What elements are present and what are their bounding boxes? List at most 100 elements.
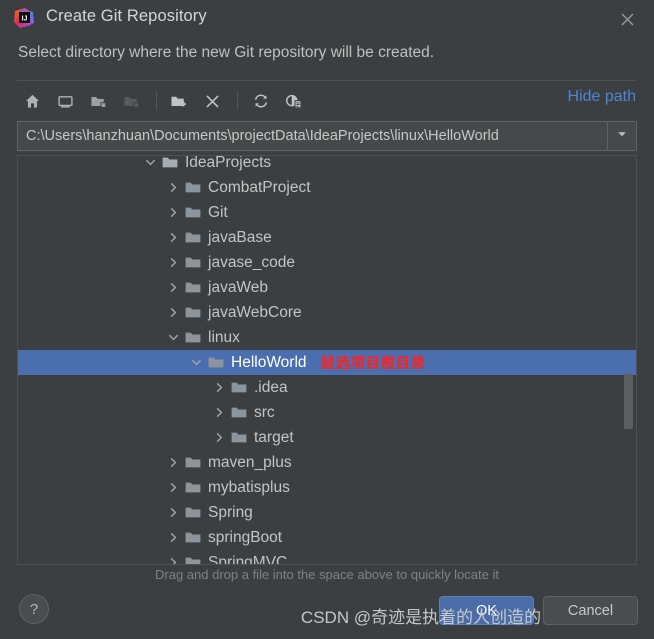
tree-row[interactable]: .idea bbox=[18, 375, 636, 400]
tree-row-label: linux bbox=[208, 328, 240, 346]
folder-icon bbox=[231, 406, 247, 419]
chevron-right-icon[interactable] bbox=[167, 306, 180, 319]
tree-row[interactable]: springBoot bbox=[18, 525, 636, 550]
chevron-down-icon[interactable] bbox=[190, 356, 203, 369]
chevron-right-icon[interactable] bbox=[213, 381, 226, 394]
tree-row-label: Git bbox=[208, 203, 228, 221]
chevron-right-icon[interactable] bbox=[167, 506, 180, 519]
drag-drop-hint: Drag and drop a file into the space abov… bbox=[155, 567, 499, 582]
dialog-subtitle: Select directory where the new Git repos… bbox=[18, 44, 435, 61]
svg-text:IJ: IJ bbox=[22, 15, 28, 22]
chevron-down-icon[interactable] bbox=[167, 331, 180, 344]
header-divider bbox=[17, 80, 637, 81]
folder-icon bbox=[185, 306, 201, 319]
show-hidden-files-icon[interactable] bbox=[278, 87, 309, 115]
path-input[interactable]: C:\Users\hanzhuan\Documents\projectData\… bbox=[17, 121, 607, 151]
folder-icon bbox=[185, 181, 201, 194]
tree-row-label: src bbox=[254, 403, 275, 421]
help-button[interactable]: ? bbox=[19, 594, 49, 624]
chevron-right-icon[interactable] bbox=[167, 181, 180, 194]
expand-folder-icon[interactable] bbox=[83, 87, 114, 115]
tree-row-label: springBoot bbox=[208, 528, 283, 546]
title-bar: IJ Create Git Repository bbox=[0, 0, 654, 38]
refresh-icon[interactable] bbox=[245, 87, 276, 115]
tree-row[interactable]: Spring bbox=[18, 500, 636, 525]
tree-row[interactable]: javaWeb bbox=[18, 275, 636, 300]
tree-row-label: javase_code bbox=[208, 253, 296, 271]
tree-row-label: .idea bbox=[254, 378, 288, 396]
chevron-down-icon[interactable] bbox=[144, 156, 157, 169]
chevron-right-icon[interactable] bbox=[213, 431, 226, 444]
path-field-row: C:\Users\hanzhuan\Documents\projectData\… bbox=[17, 121, 637, 151]
tree-scrollbar-track[interactable] bbox=[624, 156, 635, 564]
tree-row-label: CombatProject bbox=[208, 178, 311, 196]
folder-icon bbox=[185, 556, 201, 564]
chevron-right-icon[interactable] bbox=[167, 456, 180, 469]
folder-icon bbox=[185, 331, 201, 344]
folder-icon bbox=[185, 231, 201, 244]
tree-row[interactable]: javaBase bbox=[18, 225, 636, 250]
tree-row[interactable]: CombatProject bbox=[18, 175, 636, 200]
tree-row[interactable]: javaWebCore bbox=[18, 300, 636, 325]
tree-row-label: javaBase bbox=[208, 228, 272, 246]
directory-tree-panel: IdeaProjects CombatProject Git javaBase java… bbox=[17, 155, 637, 565]
hide-path-link[interactable]: Hide path bbox=[568, 88, 637, 106]
chevron-down-icon bbox=[616, 127, 628, 145]
tree-row[interactable]: mybatisplus bbox=[18, 475, 636, 500]
tree-row-label: javaWeb bbox=[208, 278, 269, 296]
delete-icon[interactable] bbox=[197, 87, 228, 115]
tree-row-label: maven_plus bbox=[208, 453, 292, 471]
toolbar-separator-2 bbox=[237, 92, 238, 110]
tree-row[interactable]: linux bbox=[18, 325, 636, 350]
home-icon[interactable] bbox=[17, 87, 48, 115]
tree-row-label: javaWebCore bbox=[208, 303, 302, 321]
chevron-right-icon[interactable] bbox=[167, 481, 180, 494]
folder-icon bbox=[185, 456, 201, 469]
tree-row[interactable]: Git bbox=[18, 200, 636, 225]
path-history-dropdown[interactable] bbox=[607, 121, 637, 151]
window-title: Create Git Repository bbox=[46, 7, 207, 25]
cancel-button[interactable]: Cancel bbox=[543, 596, 638, 625]
close-icon[interactable] bbox=[616, 8, 638, 30]
create-git-repository-dialog: IJ Create Git Repository Select director… bbox=[0, 0, 654, 639]
folder-icon bbox=[231, 381, 247, 394]
tree-scrollbar-thumb[interactable] bbox=[624, 374, 633, 429]
tree-row[interactable]: maven_plus bbox=[18, 450, 636, 475]
folder-icon bbox=[185, 506, 201, 519]
tree-row-label: mybatisplus bbox=[208, 478, 290, 496]
folder-icon bbox=[231, 431, 247, 444]
folder-icon bbox=[185, 256, 201, 269]
chevron-right-icon[interactable] bbox=[213, 406, 226, 419]
tree-row[interactable]: src bbox=[18, 400, 636, 425]
chevron-right-icon[interactable] bbox=[167, 231, 180, 244]
tree-row-label: HelloWorld bbox=[231, 353, 307, 371]
tree-row-label: IdeaProjects bbox=[185, 155, 272, 171]
tree-row[interactable]: IdeaProjects bbox=[18, 155, 636, 175]
folder-icon bbox=[185, 281, 201, 294]
annotation-text: 就选项目根目录 bbox=[320, 356, 426, 372]
ok-button[interactable]: OK bbox=[439, 596, 534, 625]
toolbar-separator-1 bbox=[156, 92, 157, 110]
tree-row-label: target bbox=[254, 428, 294, 446]
folder-icon bbox=[162, 156, 178, 169]
tree-row[interactable]: target bbox=[18, 425, 636, 450]
file-chooser-toolbar: Hide path bbox=[17, 85, 637, 117]
chevron-right-icon[interactable] bbox=[167, 281, 180, 294]
folder-icon bbox=[185, 206, 201, 219]
collapse-folder-icon bbox=[116, 87, 147, 115]
tree-row-label: Spring bbox=[208, 503, 253, 521]
folder-icon bbox=[185, 481, 201, 494]
intellij-idea-logo-icon: IJ bbox=[13, 7, 35, 29]
chevron-right-icon[interactable] bbox=[167, 531, 180, 544]
new-folder-icon[interactable] bbox=[164, 87, 195, 115]
folder-icon bbox=[185, 531, 201, 544]
desktop-icon[interactable] bbox=[50, 87, 81, 115]
tree-row[interactable]: javase_code bbox=[18, 250, 636, 275]
chevron-right-icon[interactable] bbox=[167, 256, 180, 269]
directory-tree[interactable]: IdeaProjects CombatProject Git javaBase java… bbox=[18, 155, 636, 564]
chevron-right-icon[interactable] bbox=[167, 206, 180, 219]
tree-row-selected[interactable]: HelloWorld 就选项目根目录 bbox=[18, 350, 636, 375]
tree-row[interactable]: SpringMVC bbox=[18, 550, 636, 564]
folder-icon bbox=[208, 356, 224, 369]
chevron-right-icon[interactable] bbox=[167, 556, 180, 564]
